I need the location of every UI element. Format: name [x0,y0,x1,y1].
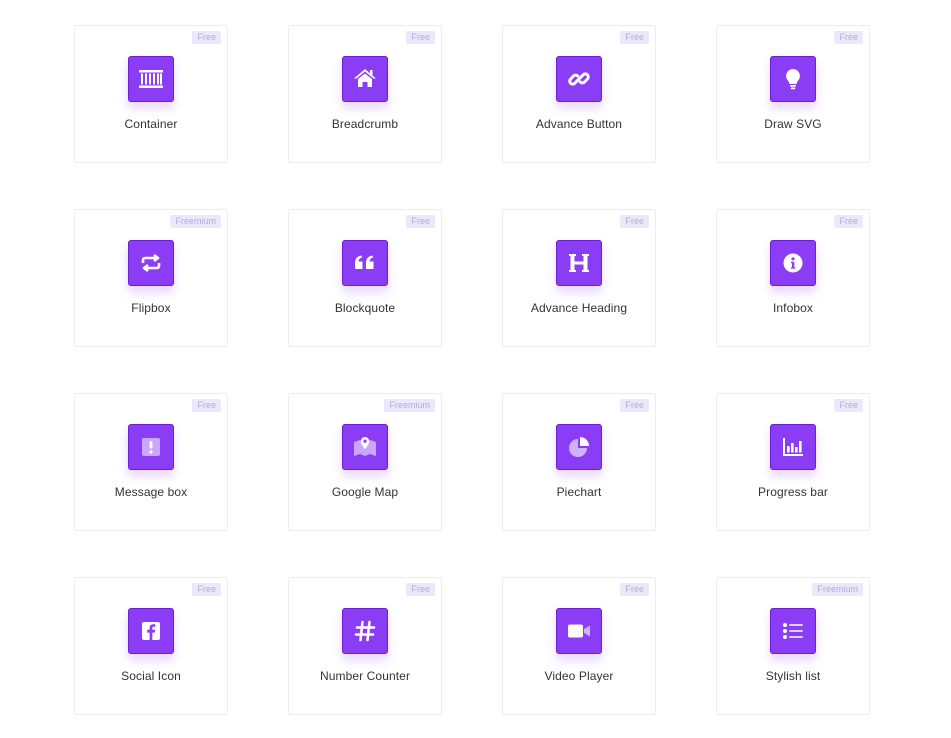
widget-card-infobox[interactable]: Free Infobox [716,209,870,347]
widget-label: Draw SVG [764,117,822,131]
plan-badge: Freemium [384,399,435,412]
pie-chart-icon [556,424,602,470]
widget-card-video-player[interactable]: Free Video Player [502,577,656,715]
plan-badge: Free [406,583,435,596]
container-icon [128,56,174,102]
widget-label: Advance Button [535,117,623,131]
plan-badge: Free [620,215,649,228]
plan-badge: Free [406,31,435,44]
home-icon [342,56,388,102]
widget-card-google-map[interactable]: Freemium Google Map [288,393,442,531]
widget-label: Flipbox [131,301,171,315]
plan-badge: Free [834,399,863,412]
plan-badge: Free [620,583,649,596]
link-icon [556,56,602,102]
widget-card-draw-svg[interactable]: Free Draw SVG [716,25,870,163]
widget-card-stylish-list[interactable]: Freemium Stylish list [716,577,870,715]
widget-card-flipbox[interactable]: Freemium Flipbox [74,209,228,347]
widget-card-number-counter[interactable]: Free Number Counter [288,577,442,715]
plan-badge: Free [192,583,221,596]
facebook-icon [128,608,174,654]
widget-card-message-box[interactable]: Free Message box [74,393,228,531]
widget-label: Piechart [556,485,602,499]
widget-card-blockquote[interactable]: Free Blockquote [288,209,442,347]
widget-card-advance-button[interactable]: Free Advance Button [502,25,656,163]
widget-label: Number Counter [319,669,411,683]
plan-badge: Freemium [812,583,863,596]
widget-label: Message box [114,485,188,499]
widget-label: Progress bar [758,485,828,499]
list-icon [770,608,816,654]
plan-badge: Free [192,31,221,44]
plan-badge: Free [620,399,649,412]
widget-card-container[interactable]: Free Container [74,25,228,163]
widget-card-social-icon[interactable]: Free Social Icon [74,577,228,715]
bar-chart-icon [770,424,816,470]
widget-label: Container [124,117,178,131]
info-icon [770,240,816,286]
plan-badge: Free [620,31,649,44]
alert-icon [128,424,174,470]
plan-badge: Free [834,215,863,228]
widget-label: Infobox [772,301,814,315]
hashtag-icon [342,608,388,654]
quote-icon [342,240,388,286]
plan-badge: Free [192,399,221,412]
widget-label: Stylish list [765,669,821,683]
video-icon [556,608,602,654]
widget-label: Google Map [331,485,399,499]
widget-card-progress-bar[interactable]: Free Progress bar [716,393,870,531]
widget-card-advance-heading[interactable]: Free Advance Heading [502,209,656,347]
lightbulb-icon [770,56,816,102]
heading-icon [556,240,602,286]
widget-label: Social Icon [121,669,181,683]
widget-label: Breadcrumb [331,117,399,131]
repeat-icon [128,240,174,286]
plan-badge: Freemium [170,215,221,228]
widget-card-breadcrumb[interactable]: Free Breadcrumb [288,25,442,163]
widget-label: Advance Heading [530,301,628,315]
plan-badge: Free [834,31,863,44]
map-icon [342,424,388,470]
plan-badge: Free [406,215,435,228]
widget-label: Blockquote [334,301,396,315]
widget-card-piechart[interactable]: Free Piechart [502,393,656,531]
widget-label: Video Player [544,669,614,683]
widget-grid: Free Container Free Breadcrumb Free Adva… [74,25,870,715]
